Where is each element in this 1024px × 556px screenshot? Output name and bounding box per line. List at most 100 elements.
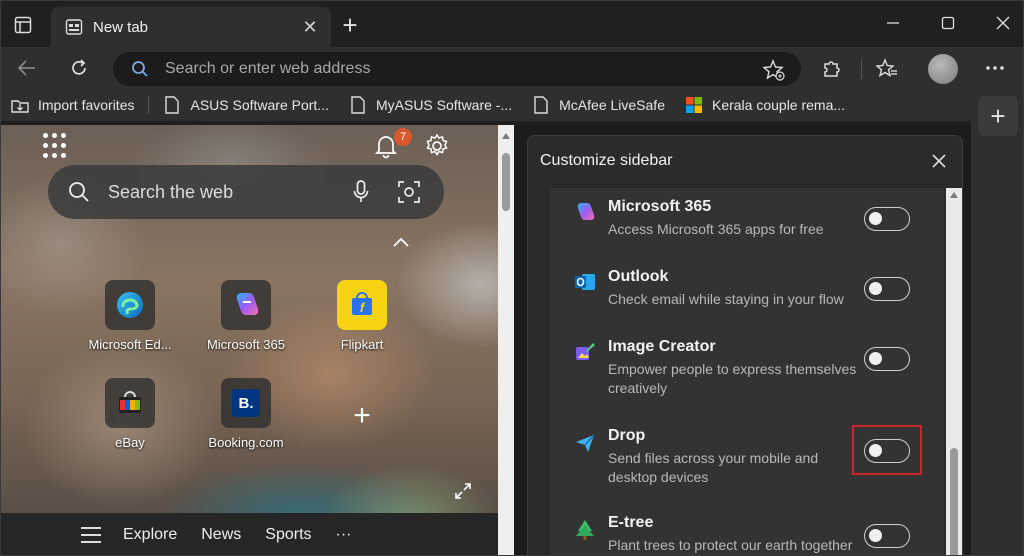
profile-avatar[interactable] <box>928 54 958 84</box>
tab-bar: New tab ✕ + <box>1 1 1023 47</box>
feed-tab-explore[interactable]: Explore <box>123 526 177 544</box>
customize-sidebar-button[interactable]: + <box>978 96 1018 136</box>
maximize-icon[interactable] <box>928 9 968 37</box>
feed-navigation: Explore News Sports ··· <box>1 513 498 555</box>
favorite-label: McAfee LiveSafe <box>559 97 665 113</box>
edge-logo-icon <box>105 280 155 330</box>
microphone-icon[interactable] <box>348 179 374 205</box>
favorite-import[interactable]: Import favorites <box>11 96 134 114</box>
toggle-microsoft-365[interactable] <box>864 207 910 231</box>
app-name: Image Creator <box>608 338 716 355</box>
quicklink-tile[interactable]: Microsoft 365 <box>191 280 301 352</box>
scroll-up-arrow-icon[interactable] <box>950 192 958 198</box>
app-description: Plant trees to protect our earth togethe… <box>608 537 853 553</box>
favorites-icon[interactable] <box>871 53 903 83</box>
favorite-kerala-couple[interactable]: Kerala couple rema... <box>685 96 845 114</box>
feed-more-button[interactable]: ··· <box>336 526 352 544</box>
quicklink-tile[interactable]: B. Booking.com <box>191 378 301 450</box>
extensions-icon[interactable] <box>815 53 847 83</box>
msn-logo-icon <box>685 96 703 114</box>
page-icon <box>532 96 550 114</box>
refresh-icon[interactable] <box>63 53 95 83</box>
tab-title: New tab <box>93 18 149 36</box>
flipkart-logo-icon: f <box>337 280 387 330</box>
quicklink-tile[interactable]: eBay <box>75 378 185 450</box>
page-icon <box>349 96 367 114</box>
page-scrollbar[interactable] <box>498 125 514 555</box>
page-settings-gear-icon[interactable] <box>424 133 450 159</box>
microsoft-365-icon <box>577 203 595 220</box>
page-scrollbar-thumb[interactable] <box>502 153 510 211</box>
toggle-outlook[interactable] <box>864 277 910 301</box>
scroll-up-arrow-icon[interactable] <box>502 133 510 139</box>
app-name: E-tree <box>608 514 654 531</box>
more-options-icon[interactable] <box>979 53 1011 83</box>
favorite-label: MyASUS Software -... <box>375 97 513 113</box>
app-launcher-icon[interactable] <box>43 133 69 159</box>
favorite-myasus[interactable]: MyASUS Software -... <box>349 96 512 114</box>
app-name: Microsoft 365 <box>608 198 712 215</box>
favorite-label: Kerala couple rema... <box>711 97 846 113</box>
expand-icon[interactable] <box>453 481 473 501</box>
feed-tab-news[interactable]: News <box>201 526 241 544</box>
favorite-mcafee[interactable]: McAfee LiveSafe <box>532 96 665 114</box>
favorite-asus-software[interactable]: ASUS Software Port... <box>163 96 329 114</box>
toolbar: Search or enter web address <box>1 47 1023 89</box>
toggle-image-creator[interactable] <box>864 347 910 371</box>
quicklink-tile[interactable]: f Flipkart <box>307 280 417 352</box>
customize-sidebar-panel: Customize sidebar Microsoft 365 Access M… <box>527 135 963 555</box>
e-tree-icon <box>576 520 594 540</box>
toggle-e-tree[interactable] <box>864 524 910 548</box>
quicklink-tile[interactable]: Microsoft Ed... <box>75 280 185 352</box>
outlook-icon <box>575 274 595 290</box>
booking-badge: B. <box>232 389 260 417</box>
quicklink-label: eBay <box>115 435 145 450</box>
app-description: Check email while staying in your flow <box>608 291 844 307</box>
feed-tab-sports[interactable]: Sports <box>265 526 311 544</box>
tab-new-tab[interactable]: New tab ✕ <box>51 7 331 47</box>
toolbar-divider <box>861 59 862 79</box>
app-name: Outlook <box>608 268 669 285</box>
add-quicklink-button[interactable]: + <box>349 399 375 432</box>
ebay-logo-icon <box>105 378 155 428</box>
new-tab-page: 7 Search the web Microsoft Ed... Microso… <box>1 125 498 555</box>
quicklink-label: Flipkart <box>340 337 384 352</box>
favorites-bar: Import favorites ASUS Software Port... M… <box>1 89 971 121</box>
add-favorite-icon[interactable] <box>763 59 785 81</box>
app-description: Access Microsoft 365 apps for free <box>608 221 824 237</box>
panel-title: Customize sidebar <box>540 152 673 169</box>
tab-close-icon[interactable]: ✕ <box>299 16 321 38</box>
favorites-divider <box>148 96 150 114</box>
favorite-label: ASUS Software Port... <box>190 97 329 113</box>
sidebar-strip <box>971 89 1023 555</box>
quicklink-label: Microsoft 365 <box>206 337 286 352</box>
visual-search-icon[interactable] <box>396 179 422 205</box>
back-arrow-icon[interactable] <box>11 53 43 83</box>
quicklink-label: Booking.com <box>208 435 284 450</box>
tab-actions-icon[interactable] <box>9 11 37 39</box>
copilot-logo-icon <box>221 280 271 330</box>
new-tab-favicon-icon <box>65 18 83 36</box>
app-description: Send files across your mobile and deskto… <box>608 450 819 485</box>
panel-scrollbar-thumb[interactable] <box>950 448 958 555</box>
favorite-label: Import favorites <box>38 97 135 113</box>
address-bar[interactable]: Search or enter web address <box>113 52 801 86</box>
drop-icon <box>576 434 595 452</box>
search-icon <box>69 182 89 202</box>
app-description: Empower people to express themselves cre… <box>608 361 857 396</box>
app-name: Drop <box>608 427 646 444</box>
web-search-placeholder: Search the web <box>108 181 234 202</box>
page-icon <box>163 96 181 114</box>
window-close-icon[interactable] <box>983 9 1023 37</box>
new-tab-button[interactable]: + <box>336 10 364 40</box>
chevron-up-icon[interactable] <box>391 235 411 249</box>
search-icon <box>132 61 148 77</box>
close-icon[interactable] <box>926 148 952 174</box>
toggle-drop[interactable] <box>864 439 910 463</box>
web-search-box[interactable]: Search the web <box>48 165 444 219</box>
address-placeholder: Search or enter web address <box>165 60 371 77</box>
menu-icon[interactable] <box>81 527 101 543</box>
panel-scrollbar[interactable] <box>946 188 962 555</box>
import-favorites-icon <box>11 96 29 114</box>
minimize-icon[interactable] <box>873 9 913 37</box>
